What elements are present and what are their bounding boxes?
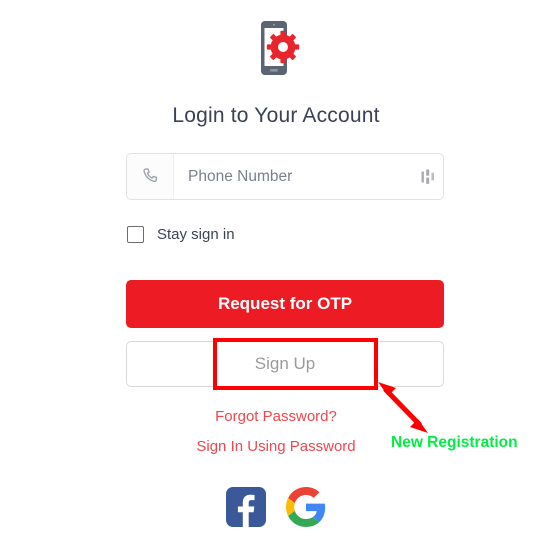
- social-login-row: [0, 487, 552, 527]
- sign-up-button[interactable]: Sign Up: [126, 341, 444, 387]
- stay-sign-in-label: Stay sign in: [157, 226, 235, 243]
- google-icon google-login-button[interactable]: [286, 487, 326, 527]
- stay-sign-in-row[interactable]: Stay sign in: [127, 226, 235, 243]
- login-page: Login to Your Account Stay sign in Reque…: [0, 0, 552, 540]
- annotation-overlay: New Registration: [0, 0, 552, 540]
- search-input phone-number-input[interactable]: [174, 154, 413, 199]
- page-title: Login to Your Account: [172, 104, 380, 127]
- annotation-arrow-icon: [378, 382, 428, 433]
- phone-gear-icon: [261, 21, 300, 75]
- phone-number-field[interactable]: [126, 153, 444, 200]
- gear-icon: [266, 30, 300, 64]
- forgot-password-link[interactable]: Forgot Password?: [0, 408, 552, 425]
- facebook-icon facebook-login-button[interactable]: [226, 487, 266, 527]
- dialpad-icon[interactable]: [413, 154, 443, 199]
- request-otp-button[interactable]: Request for OTP: [126, 280, 444, 328]
- app-logo: [0, 18, 552, 80]
- checkbox-unchecked-icon stay-sign-in-checkbox[interactable]: [127, 226, 144, 243]
- phone-handset-icon: [127, 154, 174, 199]
- sign-in-using-password-link[interactable]: Sign In Using Password: [0, 438, 552, 455]
